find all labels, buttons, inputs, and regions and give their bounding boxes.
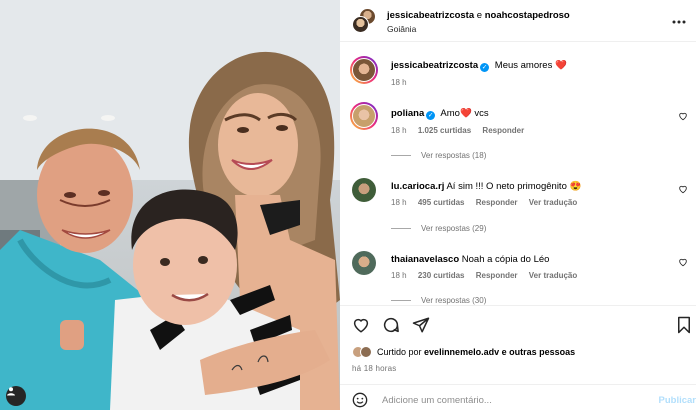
header-connector: e bbox=[476, 10, 483, 21]
comment: poliana ✓ Amo❤️ vcs bbox=[391, 108, 489, 120]
more-horizontal-icon bbox=[672, 20, 686, 24]
post-details-panel: jessicabeatrizcosta e noahcostapedroso G… bbox=[340, 0, 696, 410]
comment-time[interactable]: 18 h bbox=[391, 198, 407, 207]
post-photo[interactable] bbox=[0, 0, 340, 410]
like-button[interactable] bbox=[352, 316, 370, 334]
reply-button[interactable]: Responder bbox=[482, 126, 524, 135]
comment-input[interactable]: Adicione um comentário... bbox=[382, 395, 492, 406]
liked-by-user-link[interactable]: evelinnemelo.adv bbox=[424, 347, 499, 357]
translate-button[interactable]: Ver tradução bbox=[529, 198, 577, 207]
publish-button[interactable]: Publicar bbox=[659, 395, 696, 406]
collab-avatars[interactable] bbox=[352, 8, 378, 34]
family-photo-illustration bbox=[0, 0, 340, 410]
caption: jessicabeatrizcosta ✓ Meus amores ❤️ bbox=[391, 60, 567, 72]
avatar bbox=[352, 16, 369, 33]
heart-outline-icon[interactable] bbox=[678, 257, 688, 267]
verified-badge-icon: ✓ bbox=[426, 111, 436, 120]
view-replies-label: Ver respostas (29) bbox=[421, 224, 487, 233]
avatar bbox=[352, 58, 376, 82]
heart-outline-icon bbox=[353, 318, 369, 333]
comment-text-after: vcs bbox=[474, 108, 489, 119]
divider bbox=[391, 300, 411, 301]
comment-time[interactable]: 18 h bbox=[391, 271, 407, 280]
person-icon bbox=[7, 387, 15, 396]
divider bbox=[391, 155, 411, 156]
comment-emoji: 😍 bbox=[569, 181, 582, 192]
save-button[interactable] bbox=[676, 316, 692, 334]
comment: lu.carioca.rj Aí sim !!! O neto primogên… bbox=[391, 181, 581, 192]
comment-emoji: ❤️ bbox=[459, 108, 472, 119]
comment-avatar[interactable] bbox=[350, 102, 378, 130]
comment-likes[interactable]: 1.025 curtidas bbox=[418, 126, 471, 135]
post-header: jessicabeatrizcosta e noahcostapedroso G… bbox=[340, 0, 696, 42]
header-user2-link[interactable]: noahcostapedroso bbox=[485, 10, 570, 21]
header-usernames: jessicabeatrizcosta e noahcostapedroso bbox=[387, 10, 570, 21]
comment-text: Amo bbox=[440, 108, 460, 119]
comment-meta: 18 h 495 curtidas Responder Ver tradução bbox=[391, 198, 586, 207]
caption-avatar[interactable] bbox=[350, 56, 378, 84]
location-link[interactable]: Goiânia bbox=[387, 24, 416, 34]
comment-likes[interactable]: 230 curtidas bbox=[418, 271, 465, 280]
likes-summary: Curtido por evelinnemelo.adv e outras pe… bbox=[352, 346, 575, 358]
comment-text: Noah a cópia do Léo bbox=[461, 254, 550, 265]
heart-outline-icon[interactable] bbox=[678, 184, 688, 194]
caption-emoji: ❤️ bbox=[554, 60, 567, 71]
smiley-icon bbox=[352, 392, 368, 408]
comment-likes[interactable]: 495 curtidas bbox=[418, 198, 465, 207]
post-time[interactable]: há 18 horas bbox=[352, 364, 396, 373]
comment-button[interactable] bbox=[382, 316, 400, 334]
comment-username[interactable]: thaianavelasco bbox=[391, 254, 459, 265]
comment-meta: 18 h 1.025 curtidas Responder bbox=[391, 126, 533, 135]
caption-text: Meus amores bbox=[494, 60, 553, 71]
divider bbox=[391, 228, 411, 229]
comment-username[interactable]: poliana bbox=[391, 108, 424, 119]
reply-button[interactable]: Responder bbox=[476, 271, 518, 280]
comment: thaianavelasco Noah a cópia do Léo bbox=[391, 254, 549, 265]
view-replies-button[interactable]: Ver respostas (29) bbox=[391, 224, 486, 233]
translate-button[interactable]: Ver tradução bbox=[529, 271, 577, 280]
tagged-users-button[interactable] bbox=[6, 386, 26, 406]
actions-divider bbox=[340, 305, 696, 306]
comment-text: Aí sim !!! O neto primogênito bbox=[446, 181, 567, 192]
avatar bbox=[360, 346, 372, 358]
share-button[interactable] bbox=[412, 316, 430, 334]
reply-button[interactable]: Responder bbox=[476, 198, 518, 207]
verified-badge-icon: ✓ bbox=[480, 63, 490, 72]
comment-bubble-icon bbox=[383, 317, 399, 333]
header-user1-link[interactable]: jessicabeatrizcosta bbox=[387, 10, 474, 21]
view-replies-label: Ver respostas (30) bbox=[421, 296, 487, 305]
caption-username[interactable]: jessicabeatrizcosta bbox=[391, 60, 478, 71]
comment-bar: Adicione um comentário... Publicar bbox=[340, 384, 696, 410]
view-replies-button[interactable]: Ver respostas (30) bbox=[391, 296, 486, 305]
paper-plane-icon bbox=[412, 317, 430, 333]
comment-username[interactable]: lu.carioca.rj bbox=[391, 181, 444, 192]
comment-time[interactable]: 18 h bbox=[391, 126, 407, 135]
avatar bbox=[352, 104, 376, 128]
comment-avatar[interactable] bbox=[352, 251, 376, 275]
caption-meta: 18 h bbox=[391, 78, 416, 87]
bookmark-icon bbox=[678, 316, 690, 334]
instagram-post: jessicabeatrizcosta e noahcostapedroso G… bbox=[0, 0, 696, 410]
view-replies-label: Ver respostas (18) bbox=[421, 151, 487, 160]
caption-time[interactable]: 18 h bbox=[391, 78, 407, 87]
view-replies-button[interactable]: Ver respostas (18) bbox=[391, 151, 486, 160]
liked-by-prefix: Curtido por bbox=[377, 347, 422, 357]
emoji-button[interactable] bbox=[352, 392, 368, 408]
comment-avatar[interactable] bbox=[352, 178, 376, 202]
heart-outline-icon[interactable] bbox=[678, 111, 688, 121]
comment-meta: 18 h 230 curtidas Responder Ver tradução bbox=[391, 271, 586, 280]
more-options-button[interactable] bbox=[672, 11, 686, 27]
liked-by-others-link[interactable]: e outras pessoas bbox=[502, 347, 576, 357]
